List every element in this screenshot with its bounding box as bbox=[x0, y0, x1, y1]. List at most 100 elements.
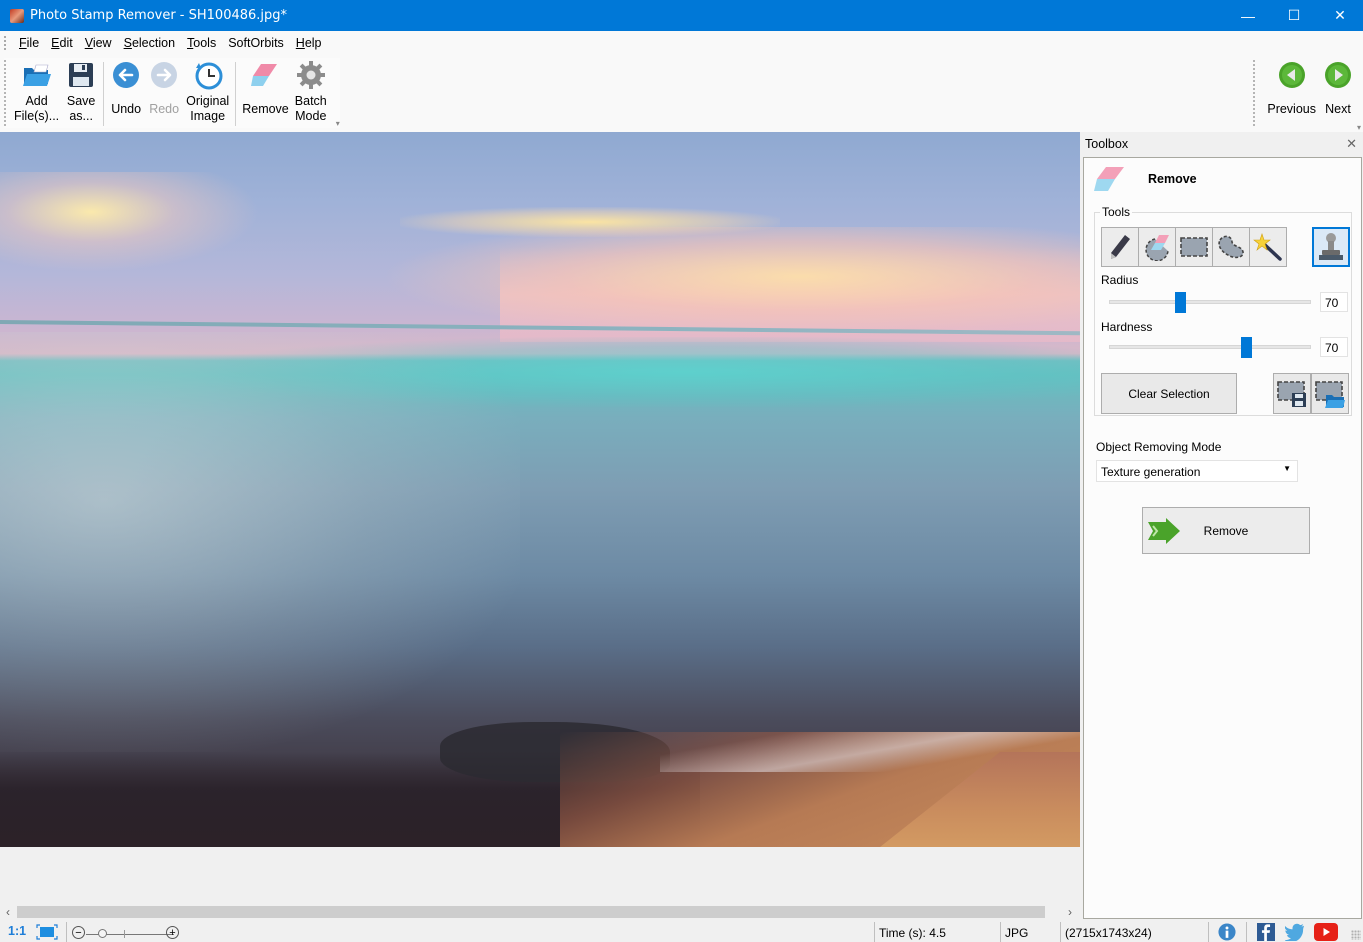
load-selection-icon bbox=[1315, 380, 1345, 408]
toolbox-title: Toolbox bbox=[1085, 137, 1129, 151]
resize-grip[interactable] bbox=[1351, 930, 1361, 940]
facebook-icon[interactable] bbox=[1256, 923, 1276, 941]
image-format: JPG bbox=[1005, 926, 1029, 940]
close-button[interactable]: ✕ bbox=[1317, 0, 1363, 31]
app-icon bbox=[10, 8, 24, 23]
load-selection-button[interactable] bbox=[1311, 373, 1349, 414]
fit-to-window-icon[interactable] bbox=[36, 924, 58, 940]
hardness-slider-track bbox=[1109, 345, 1311, 349]
toolbox-close-icon[interactable]: ✕ bbox=[1346, 136, 1357, 152]
horizontal-scrollbar[interactable]: ‹ › bbox=[0, 904, 1080, 920]
hardness-slider-thumb[interactable] bbox=[1241, 337, 1253, 358]
previous-button[interactable]: Previous bbox=[1264, 58, 1319, 119]
green-right-arrow-icon bbox=[1323, 60, 1353, 90]
save-as-button[interactable]: Save as... bbox=[62, 58, 100, 126]
chevron-down-icon: ▼ bbox=[1283, 464, 1291, 473]
radius-slider[interactable] bbox=[1109, 292, 1311, 313]
menu-bar: File Edit View Selection Tools SoftOrbit… bbox=[0, 31, 1363, 55]
tools-group: Tools Radius 70 Hardness 70 Clear Select… bbox=[1094, 205, 1352, 416]
stamp-tool-button[interactable] bbox=[1312, 227, 1350, 267]
toolbar-separator bbox=[103, 62, 105, 126]
clock-history-icon bbox=[193, 60, 223, 90]
toolbar-overflow-icon[interactable]: ▾ bbox=[1357, 123, 1361, 132]
next-button[interactable]: Next bbox=[1319, 58, 1357, 119]
eraser-icon bbox=[250, 60, 280, 90]
status-bar: 1:1 − + Time (s): 4.5 JPG (2715x1743x24) bbox=[0, 920, 1363, 942]
save-selection-icon bbox=[1277, 380, 1306, 407]
actual-size-button[interactable]: 1:1 bbox=[8, 924, 26, 938]
undo-button[interactable]: Undo bbox=[107, 58, 145, 119]
save-selection-button[interactable] bbox=[1273, 373, 1311, 414]
status-separator bbox=[874, 922, 875, 942]
hardness-value-input[interactable]: 70 bbox=[1320, 337, 1348, 357]
radius-label: Radius bbox=[1101, 273, 1139, 287]
window-title: Photo Stamp Remover - SH100486.jpg* bbox=[30, 8, 288, 23]
removing-mode-value: Texture generation bbox=[1101, 465, 1201, 479]
eraser-icon bbox=[1094, 167, 1124, 191]
youtube-icon[interactable] bbox=[1314, 923, 1338, 941]
magic-wand-tool-button[interactable] bbox=[1249, 227, 1287, 267]
gear-icon bbox=[296, 60, 326, 90]
zoom-slider-thumb[interactable] bbox=[98, 929, 107, 938]
rectangle-selection-tool-button[interactable] bbox=[1175, 227, 1213, 267]
magic-wand-icon bbox=[1253, 233, 1282, 261]
info-icon[interactable] bbox=[1217, 923, 1237, 941]
photo[interactable] bbox=[0, 132, 1080, 847]
zoom-in-icon[interactable]: + bbox=[166, 926, 179, 939]
folder-open-icon bbox=[22, 60, 52, 90]
menu-edit[interactable]: Edit bbox=[45, 36, 79, 50]
main-toolstrip: Add File(s)... Save as... Undo Redo Orig… bbox=[4, 58, 340, 128]
twitter-icon[interactable] bbox=[1285, 923, 1305, 941]
pencil-icon bbox=[1111, 235, 1130, 259]
zoom-slider[interactable]: − + bbox=[72, 926, 182, 942]
selection-eraser-icon bbox=[1145, 235, 1169, 261]
clear-selection-button[interactable]: Clear Selection bbox=[1101, 373, 1237, 414]
menu-selection[interactable]: Selection bbox=[118, 36, 181, 50]
remove-button-label: Remove bbox=[1203, 523, 1249, 538]
image-canvas[interactable] bbox=[0, 132, 1080, 904]
scroll-left-icon[interactable]: ‹ bbox=[0, 904, 16, 920]
hardness-slider[interactable] bbox=[1109, 337, 1311, 358]
maximize-button[interactable]: ☐ bbox=[1271, 0, 1317, 31]
remove-section-header: Remove bbox=[1094, 166, 1197, 192]
removing-mode-label: Object Removing Mode bbox=[1096, 440, 1222, 454]
scroll-thumb[interactable] bbox=[17, 906, 1045, 918]
pencil-tool-button[interactable] bbox=[1101, 227, 1139, 267]
status-separator bbox=[66, 922, 67, 942]
image-dimensions: (2715x1743x24) bbox=[1065, 926, 1152, 940]
original-image-button[interactable]: Original Image bbox=[183, 58, 232, 126]
zoom-out-icon[interactable]: − bbox=[72, 926, 85, 939]
sky-sunrays bbox=[0, 172, 260, 272]
remove-button[interactable]: Remove bbox=[1142, 507, 1310, 554]
menu-file[interactable]: File bbox=[13, 36, 45, 50]
rectangle-selection-icon bbox=[1180, 237, 1208, 257]
menu-help[interactable]: Help bbox=[290, 36, 328, 50]
green-arrow-icon bbox=[1148, 518, 1180, 544]
redo-button[interactable]: Redo bbox=[145, 58, 183, 119]
toolbox-header: Toolbox ✕ bbox=[1082, 132, 1363, 156]
tools-group-label: Tools bbox=[1100, 205, 1133, 219]
processing-time: Time (s): 4.5 bbox=[879, 926, 946, 940]
scroll-right-icon[interactable]: › bbox=[1062, 904, 1078, 920]
add-files-button[interactable]: Add File(s)... bbox=[11, 58, 62, 126]
batch-mode-button[interactable]: Batch Mode bbox=[292, 58, 330, 126]
status-separator bbox=[1060, 922, 1061, 942]
menu-view[interactable]: View bbox=[79, 36, 118, 50]
status-separator bbox=[1000, 922, 1001, 942]
radius-value-input[interactable]: 70 bbox=[1320, 292, 1348, 312]
minimize-button[interactable]: — bbox=[1225, 0, 1271, 31]
zoom-slider-tick bbox=[124, 930, 125, 938]
toolbar-grip[interactable] bbox=[4, 60, 7, 126]
arrow-right-icon bbox=[149, 60, 179, 90]
menu-softorbits[interactable]: SoftOrbits bbox=[222, 36, 290, 50]
lasso-tool-button[interactable] bbox=[1212, 227, 1250, 267]
lasso-icon bbox=[1218, 235, 1244, 259]
remove-toolbar-button[interactable]: Remove bbox=[239, 58, 292, 119]
radius-slider-thumb[interactable] bbox=[1174, 292, 1186, 313]
menu-tools[interactable]: Tools bbox=[181, 36, 222, 50]
toolbar-overflow-icon[interactable]: ▾ bbox=[336, 119, 340, 128]
selection-eraser-tool-button[interactable] bbox=[1138, 227, 1176, 267]
removing-mode-select[interactable]: Texture generation ▼ bbox=[1096, 460, 1298, 482]
menu-grip bbox=[4, 36, 7, 50]
toolbar-grip[interactable] bbox=[1253, 60, 1256, 126]
